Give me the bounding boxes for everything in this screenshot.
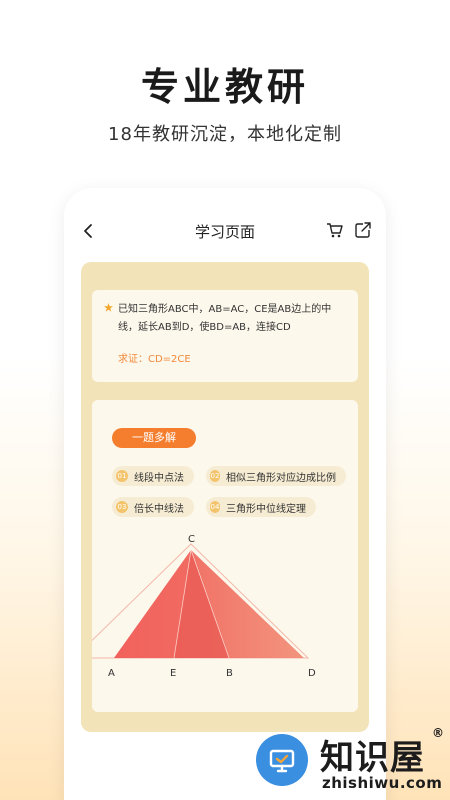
prove-statement: 求证：CD=2CE xyxy=(118,354,191,365)
share-icon xyxy=(355,222,371,238)
cart-button[interactable] xyxy=(326,221,344,239)
point-label-b: B xyxy=(226,668,233,679)
cart-icon xyxy=(327,223,343,238)
point-label-c: C xyxy=(188,534,195,545)
share-button[interactable] xyxy=(354,221,372,239)
point-label-d: D xyxy=(308,668,316,679)
site-watermark: 知识屋 ® zhishiwu.com xyxy=(248,722,448,798)
monitor-icon xyxy=(269,749,295,773)
promo-title: 专业教研 xyxy=(140,65,309,109)
phone-frame: 学习页面 已知三角形ABC中，AB=AC，CE是AB边上的中线，延长AB到D，使… xyxy=(64,188,386,800)
watermark-name: 知识屋 xyxy=(320,738,425,778)
point-label-a: A xyxy=(108,668,115,679)
question-card: 已知三角形ABC中，AB=AC，CE是AB边上的中线，延长AB到D，使BD=AB… xyxy=(92,290,358,382)
top-nav-bar: 学习页面 xyxy=(64,216,386,246)
watermark-domain: zhishiwu.com xyxy=(322,774,443,792)
question-text: 已知三角形ABC中，AB=AC，CE是AB边上的中线，延长AB到D，使BD=AB… xyxy=(118,304,332,333)
point-label-e: E xyxy=(170,668,176,679)
solution-card: 一题多解 01 线段中点法 02 相似三角形对应边成比例 03 倍长中线法 04… xyxy=(92,400,358,712)
watermark-logo xyxy=(256,734,308,786)
star-icon xyxy=(104,303,113,312)
geometry-diagram: C A E B D xyxy=(92,534,316,679)
watermark-registered-mark: ® xyxy=(432,726,444,740)
promo-subtitle: 18年教研沉淀，本地化定制 xyxy=(108,124,342,145)
